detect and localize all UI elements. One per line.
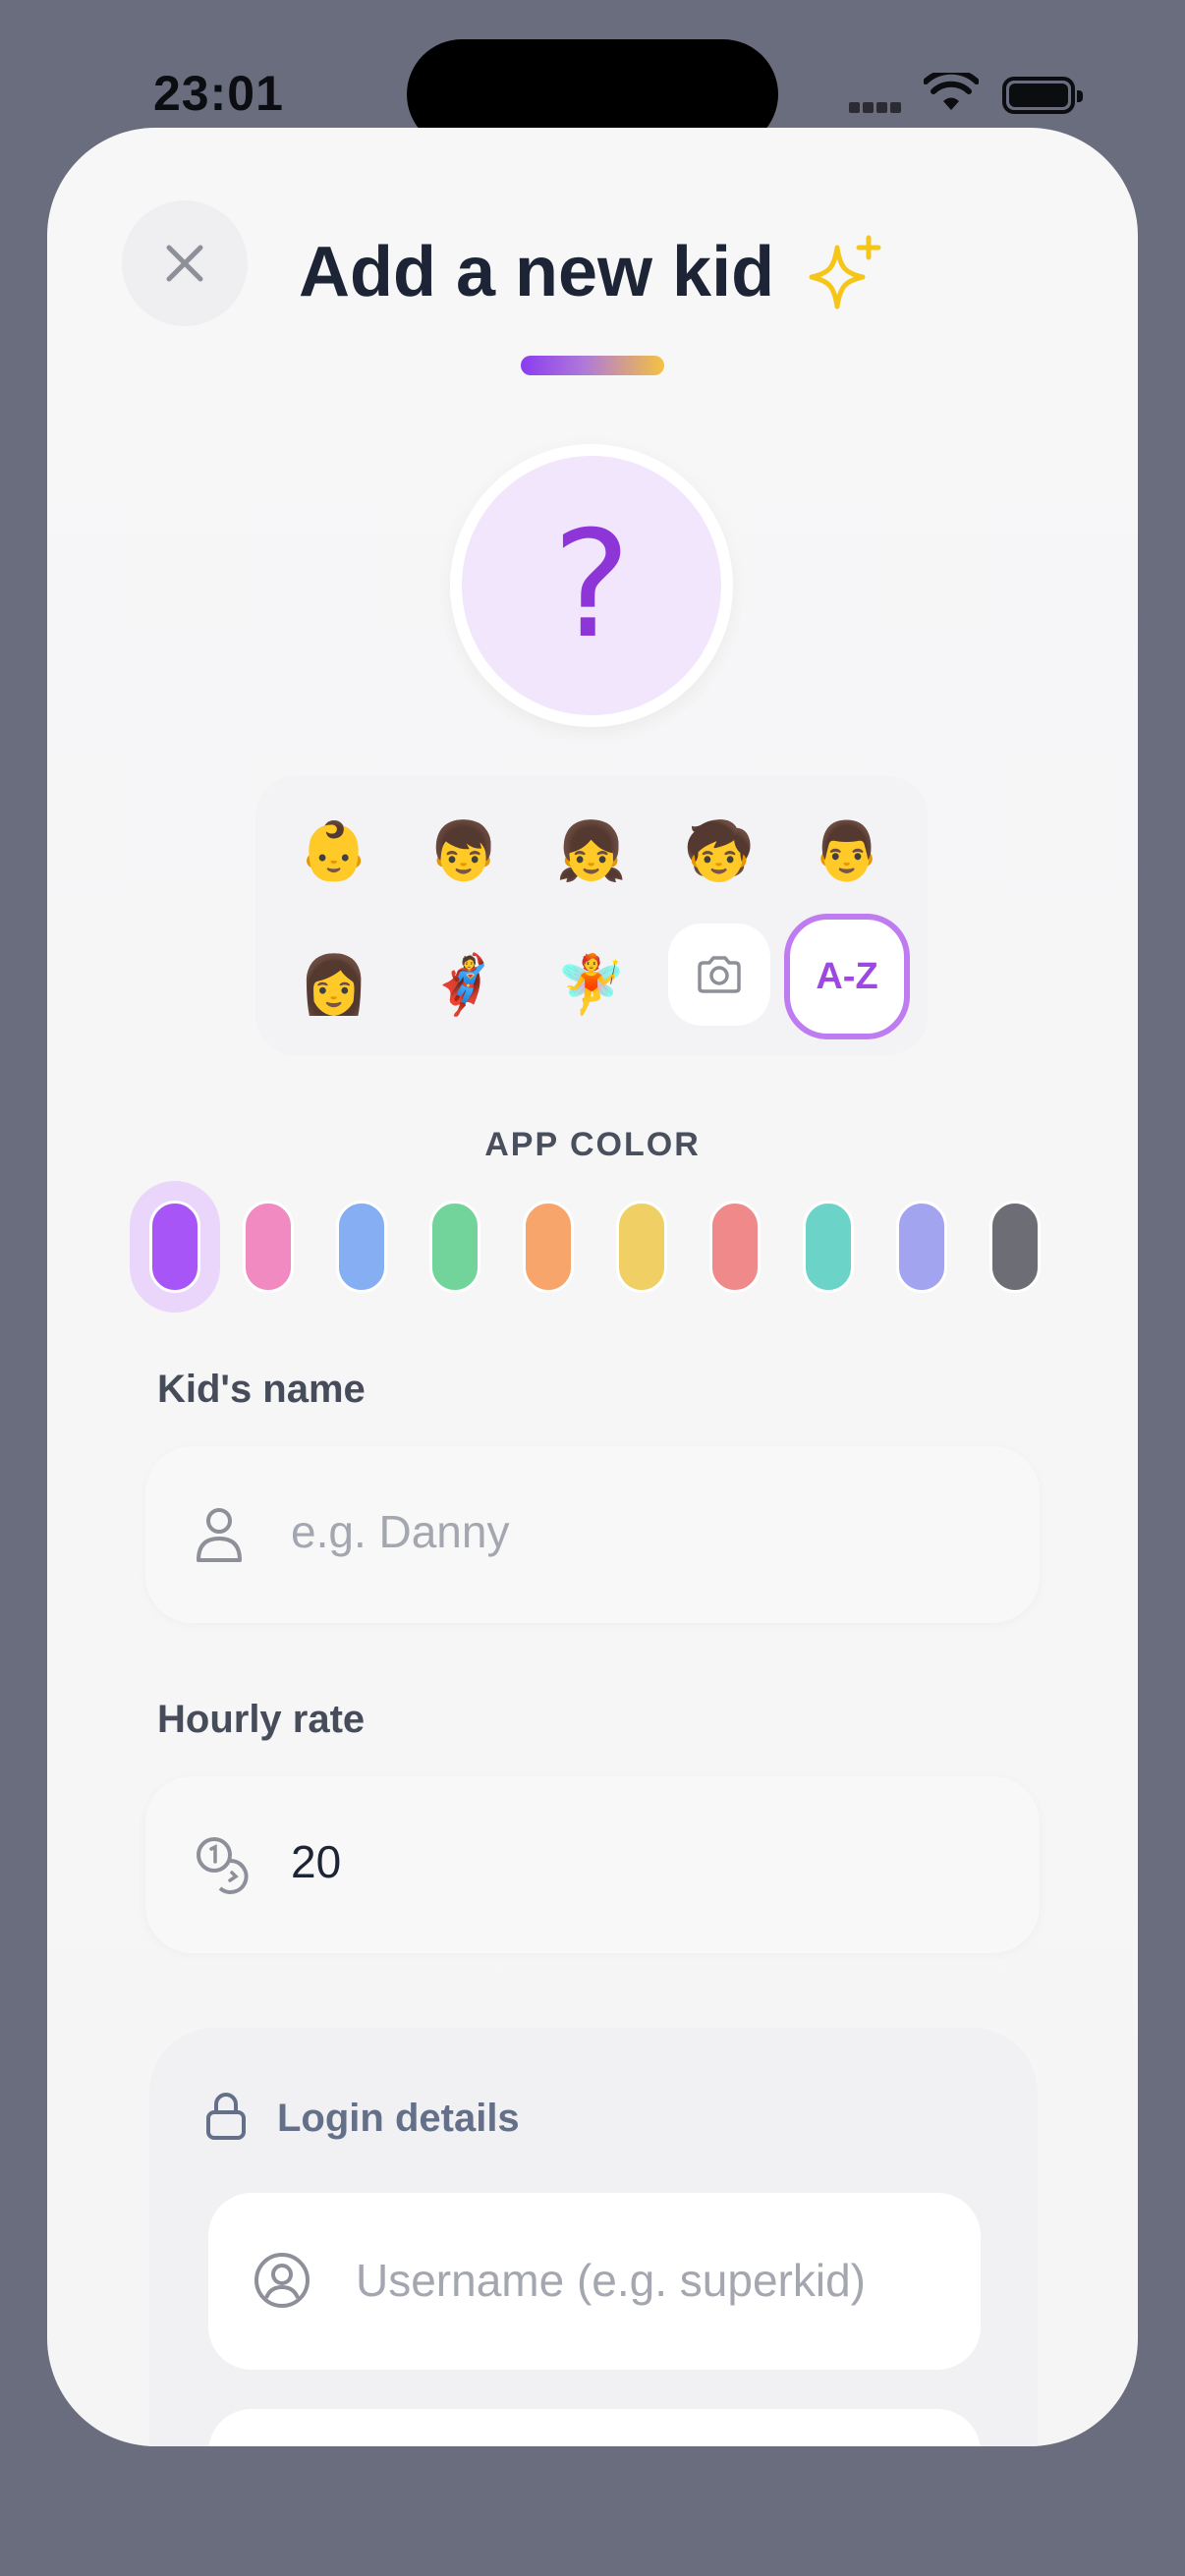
close-button[interactable] [122,200,248,326]
username-field[interactable]: Username (e.g. superkid) [208,2193,981,2370]
emoji-option[interactable]: 👶 [285,802,383,900]
app-color-label: APP COLOR [484,1126,701,1163]
battery-icon [1002,77,1083,114]
add-kid-sheet: Add a new kid ? 👶 👦 👧 🧒 👨 👩 🦸 🧚 A-Z APP … [47,128,1138,2446]
emoji-option[interactable]: 👨 [798,802,896,900]
color-swatch[interactable] [523,1201,574,1293]
username-input[interactable]: Username (e.g. superkid) [356,2254,866,2307]
avatar-picker: 👶 👦 👧 🧒 👨 👩 🦸 🧚 A-Z [255,776,928,1055]
page-title: Add a new kid [299,233,775,311]
login-details-section: Login details Username (e.g. superkid) [149,2028,1038,2446]
color-swatch[interactable] [336,1201,387,1293]
status-time: 23:01 [153,66,284,121]
lock-icon [204,2091,248,2147]
title-underline [521,356,664,375]
emoji-option[interactable]: 👦 [415,802,513,900]
close-icon [166,245,203,282]
camera-icon [698,956,741,993]
sparkles-icon [808,234,886,317]
name-field[interactable]: e.g. Danny [145,1446,1040,1623]
color-swatch[interactable] [429,1201,480,1293]
user-circle-icon [254,2252,310,2314]
color-swatch[interactable] [149,1201,200,1293]
color-swatch[interactable] [803,1201,854,1293]
emoji-option[interactable]: 🧒 [670,802,768,900]
avatar-placeholder: ? [462,456,721,715]
name-label: Kid's name [157,1368,366,1411]
hourly-rate-input[interactable]: 20 [291,1835,341,1888]
color-swatch[interactable] [989,1201,1041,1293]
emoji-option[interactable]: 🧚 [542,935,641,1034]
color-swatch[interactable] [616,1201,667,1293]
login-details-title: Login details [277,2097,520,2140]
color-swatch[interactable] [243,1201,294,1293]
initials-button[interactable]: A-Z [784,914,910,1039]
rate-label: Hourly rate [157,1698,366,1741]
color-swatch[interactable] [709,1201,761,1293]
cellular-signal-icon [849,100,904,118]
camera-button[interactable] [668,924,770,1026]
emoji-option[interactable]: 👩 [285,935,383,1034]
hourly-rate-field[interactable]: 20 [145,1776,1040,1953]
emoji-option[interactable]: 🦸 [415,935,513,1034]
avatar-preview: ? [450,444,733,727]
coins-icon [195,1835,254,1899]
name-input[interactable]: e.g. Danny [291,1505,509,1558]
emoji-option[interactable]: 👧 [542,802,641,900]
status-bar: 23:01 [0,0,1185,149]
password-field[interactable] [208,2409,981,2446]
color-swatch[interactable] [896,1201,947,1293]
wifi-icon [923,68,980,119]
person-icon [195,1505,244,1569]
